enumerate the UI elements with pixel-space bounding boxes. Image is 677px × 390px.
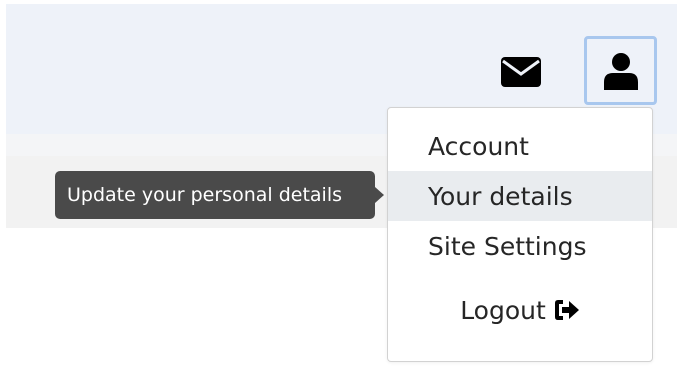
user-menu-button[interactable] (584, 36, 657, 105)
envelope-icon (501, 57, 541, 87)
menu-item-label: Site Settings (428, 231, 587, 261)
menu-item-site-settings[interactable]: Site Settings (388, 221, 652, 271)
logout-button[interactable]: Logout (388, 285, 652, 335)
sign-out-icon (554, 300, 579, 320)
user-icon (603, 52, 638, 90)
logout-label: Logout (460, 295, 546, 325)
menu-item-your-details[interactable]: Your details (388, 171, 652, 221)
messages-button[interactable] (497, 52, 545, 92)
menu-item-label: Your details (428, 181, 573, 211)
tooltip-arrow (375, 187, 384, 203)
user-dropdown-menu: Account Your details Site Settings Logou… (387, 107, 653, 362)
menu-item-account[interactable]: Account (388, 121, 652, 171)
tooltip-text: Update your personal details (67, 184, 342, 206)
tooltip: Update your personal details (55, 171, 375, 219)
menu-item-label: Account (428, 131, 529, 161)
